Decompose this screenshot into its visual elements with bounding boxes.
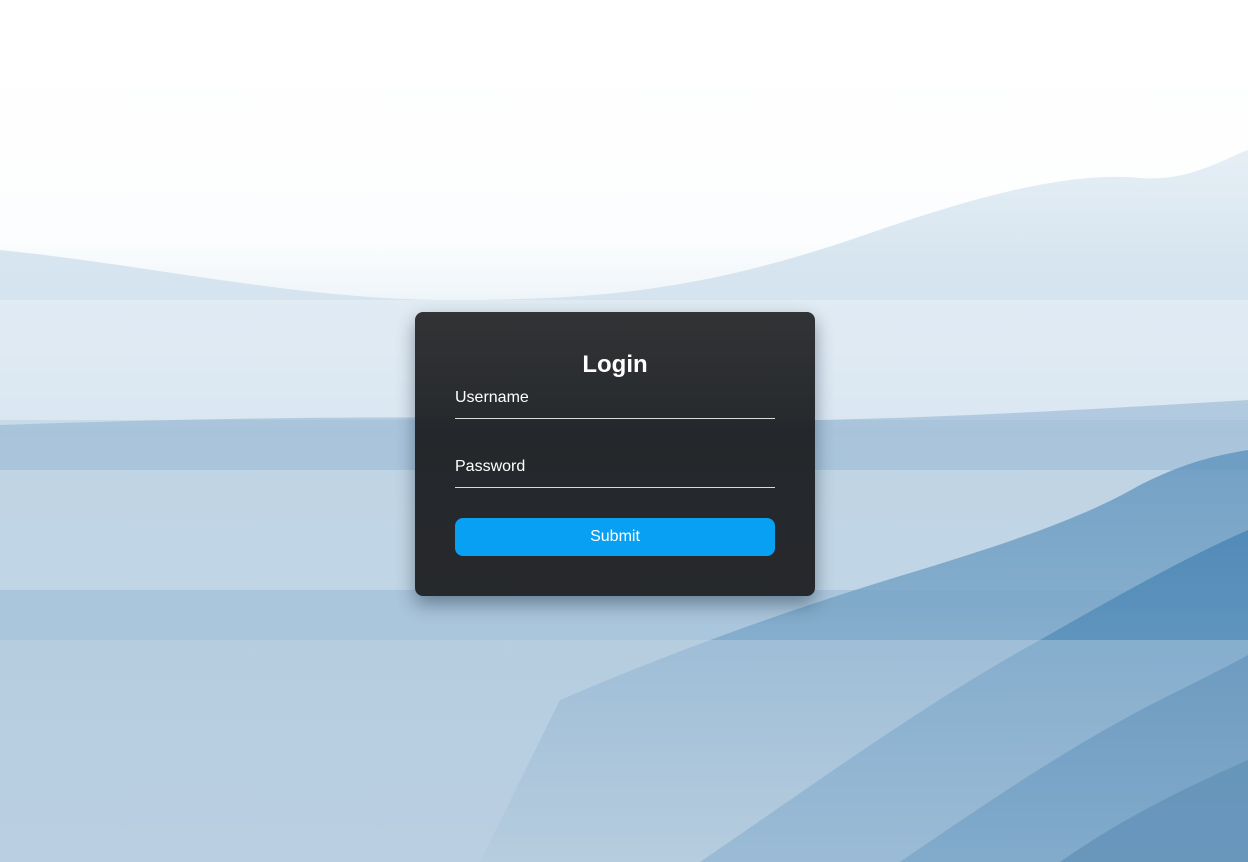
password-label: Password	[455, 458, 526, 475]
username-field-group: Username	[455, 388, 775, 419]
username-label: Username	[455, 389, 529, 406]
password-field-group: Password	[455, 457, 775, 488]
login-page: Login Username Password Submit	[0, 0, 1248, 862]
login-title: Login	[582, 351, 648, 378]
password-input[interactable]	[455, 477, 775, 488]
submit-button[interactable]: Submit	[455, 518, 775, 556]
username-input[interactable]	[455, 408, 775, 419]
login-card: Login Username Password Submit	[415, 312, 815, 596]
